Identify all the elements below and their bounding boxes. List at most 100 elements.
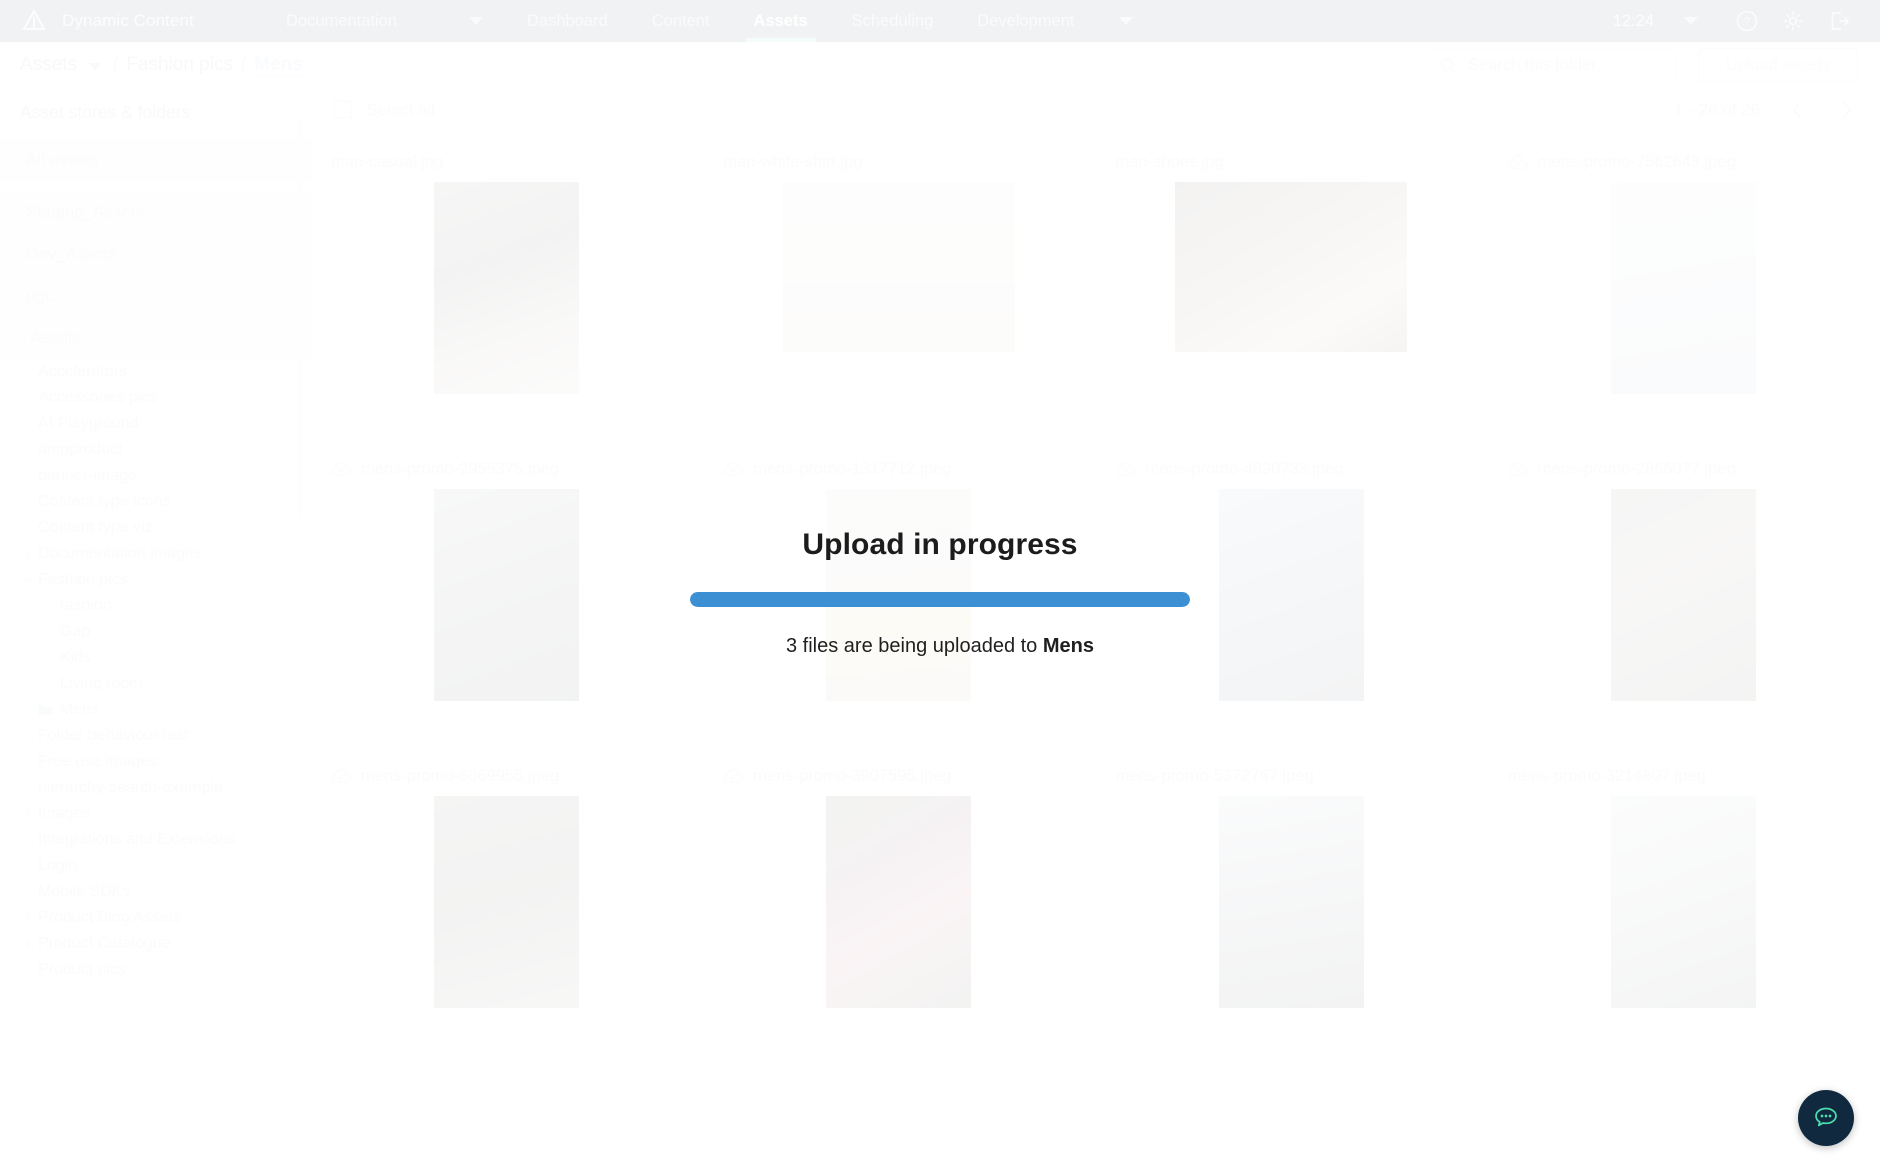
expand-toggle[interactable] <box>22 549 33 560</box>
folder-tree-item[interactable]: Accessories pics <box>0 385 310 411</box>
cloud-published-icon <box>723 769 744 784</box>
chevron-down-icon <box>468 17 483 25</box>
brand-area[interactable]: Dynamic Content <box>0 0 264 42</box>
search-input[interactable]: Search this folder <box>1426 48 1676 82</box>
breadcrumb-parent[interactable]: Fashion pics <box>126 54 233 76</box>
asset-store-item[interactable]: All assets <box>0 139 310 181</box>
nav-item-scheduling-label: Scheduling <box>851 11 934 30</box>
chevron-left-icon[interactable] <box>1790 99 1806 121</box>
nav-item-content[interactable]: Content <box>630 0 732 42</box>
folder-tree-item[interactable]: Folder behaviour test <box>0 723 310 749</box>
nav-overflow-button[interactable] <box>1097 0 1155 42</box>
folder-tree-item[interactable]: ampproduct <box>0 437 310 463</box>
asset-thumbnail <box>782 182 1015 352</box>
expand-toggle[interactable] <box>22 939 33 950</box>
asset-card-filename: man-casual.jpg <box>331 152 443 171</box>
upload-assets-button[interactable]: Upload assets <box>1698 48 1858 82</box>
asset-card[interactable]: man-casual.jpg <box>311 132 704 439</box>
expand-toggle[interactable] <box>22 913 33 924</box>
breadcrumb-bar: Assets / Fashion pics / Mens Search this… <box>0 42 1880 88</box>
chevron-down-icon[interactable] <box>89 63 102 70</box>
asset-card-header: mens-promo-7562643.jpeg <box>1507 150 1859 174</box>
asset-store-item-label: All assets <box>26 150 99 169</box>
folder-tree-item-label: Kids <box>60 649 92 666</box>
asset-card-filename: mens-promo-6069955.jpeg <box>361 766 560 785</box>
folder-tree-item[interactable]: Gap <box>0 619 310 645</box>
folder-tree-item[interactable]: Content type viz <box>0 515 310 541</box>
asset-store-list: All assets Staging_Assets Dev_Assets ugc Ass… <box>0 139 310 359</box>
asset-store-item[interactable]: Dev_Assets <box>0 233 310 275</box>
asset-store-item[interactable]: Assets <box>0 317 310 359</box>
folder-tree-item[interactable]: Accelerators <box>0 359 310 385</box>
asset-store-item[interactable]: ugc <box>0 275 310 317</box>
asset-thumbnail-wrapper <box>703 796 1094 1028</box>
folder-tree-item-label: Mobile SDKs <box>38 883 131 900</box>
expand-toggle[interactable] <box>22 575 33 586</box>
folder-tree-item[interactable]: Content type icons <box>0 489 310 515</box>
folder-tree-item[interactable]: Documentation images <box>0 541 310 567</box>
asset-card[interactable]: mens-promo-5372767.jpeg <box>1095 746 1488 1053</box>
asset-card[interactable]: mens-promo-6069955.jpeg <box>311 746 704 1053</box>
folder-tree-item[interactable]: Product Catalogue <box>0 931 310 957</box>
folder-tree-item-selected[interactable]: Mens <box>0 697 310 723</box>
folder-tree-item[interactable]: Free use images <box>0 749 310 775</box>
nav-item-assets[interactable]: Assets <box>732 0 830 42</box>
pagination-range: 1 - 26 of 26 <box>1673 99 1760 119</box>
asset-store-item[interactable]: Staging_Assets <box>0 191 310 233</box>
asset-card[interactable]: mens-promo-2866077.jpeg <box>1487 439 1880 746</box>
asset-thumbnail <box>1610 182 1756 394</box>
nav-item-dashboard[interactable]: Dashboard <box>505 0 630 42</box>
chevron-right-icon[interactable] <box>1838 99 1854 121</box>
logout-button[interactable] <box>1816 0 1862 42</box>
asset-thumbnail-wrapper <box>311 796 702 1028</box>
nav-item-development[interactable]: Development <box>955 0 1096 42</box>
asset-card-filename: mens-promo-4890733.jpeg <box>1145 459 1344 478</box>
help-button[interactable]: ? <box>1724 0 1770 42</box>
settings-button[interactable] <box>1770 0 1816 42</box>
sidebar-scrollbar[interactable] <box>297 118 302 518</box>
folder-tree-item[interactable]: AI Playground <box>0 411 310 437</box>
nav-item-documentation[interactable]: Documentation <box>264 0 505 42</box>
folder-tree-item[interactable]: Images <box>0 801 310 827</box>
folder-tree-item[interactable]: hierarchy-search-example <box>0 775 310 801</box>
asset-card[interactable]: man-shoes.jpg <box>1095 132 1488 439</box>
folder-tree-item-label: Login <box>38 857 78 874</box>
asset-grid: man-casual.jpg man-white-shirt.jpg man-sho… <box>311 132 1880 1053</box>
select-all-checkbox[interactable] <box>333 100 352 119</box>
asset-card[interactable]: mens-promo-4890733.jpeg <box>1095 439 1488 746</box>
top-navigation-right: 12:24 ? <box>1605 0 1880 42</box>
pagination-arrows <box>1790 99 1854 121</box>
folder-tree-item[interactable]: Product Blog Assets <box>0 905 310 931</box>
expand-toggle[interactable] <box>8 332 22 343</box>
chevron-down-icon[interactable] <box>1684 17 1698 25</box>
asset-thumbnail <box>1218 489 1364 701</box>
folder-tree-item[interactable]: Mobile SDKs <box>0 879 310 905</box>
folder-tree-item[interactable]: Fashion pics <box>0 567 310 593</box>
folder-tree-item[interactable]: Kids <box>0 645 310 671</box>
folder-tree-item-label: Integrations and Extensions <box>38 831 236 848</box>
nav-item-development-label: Development <box>977 11 1075 30</box>
expand-toggle[interactable] <box>22 809 33 820</box>
folder-tree-item-label: hierarchy-search-example <box>38 779 223 796</box>
folder-tree-item[interactable]: Login <box>0 853 310 879</box>
asset-card[interactable]: mens-promo-1317712.jpeg <box>703 439 1096 746</box>
folder-tree-item[interactable]: Living room <box>0 671 310 697</box>
folder-tree-item-label: Product pics <box>38 961 127 978</box>
nav-item-scheduling[interactable]: Scheduling <box>830 0 956 42</box>
folder-tree-item[interactable]: Integrations and Extensions <box>0 827 310 853</box>
asset-card[interactable]: mens-promo-2955375.jpeg <box>311 439 704 746</box>
asset-card[interactable]: mens-promo-7562643.jpeg <box>1487 132 1880 439</box>
folder-tree-item[interactable]: fashion <box>0 593 310 619</box>
asset-card[interactable]: mens-promo-3907595.jpeg <box>703 746 1096 1053</box>
asset-card[interactable]: man-white-shirt.jpg <box>703 132 1096 439</box>
breadcrumb-root[interactable]: Assets <box>20 54 77 76</box>
breadcrumb-current[interactable]: Mens <box>254 54 303 77</box>
asset-card[interactable]: mens-promo-3214807.jpeg <box>1487 746 1880 1053</box>
chevron-right-icon <box>25 809 31 819</box>
folder-tree-item[interactable]: banner-image <box>0 463 310 489</box>
asset-thumbnail <box>1218 796 1364 1008</box>
folder-tree-item-label: Gap <box>60 623 91 640</box>
folder-tree-item[interactable]: Product pics <box>0 957 310 983</box>
support-chat-button[interactable] <box>1798 1090 1854 1146</box>
nav-item-content-label: Content <box>651 11 710 30</box>
